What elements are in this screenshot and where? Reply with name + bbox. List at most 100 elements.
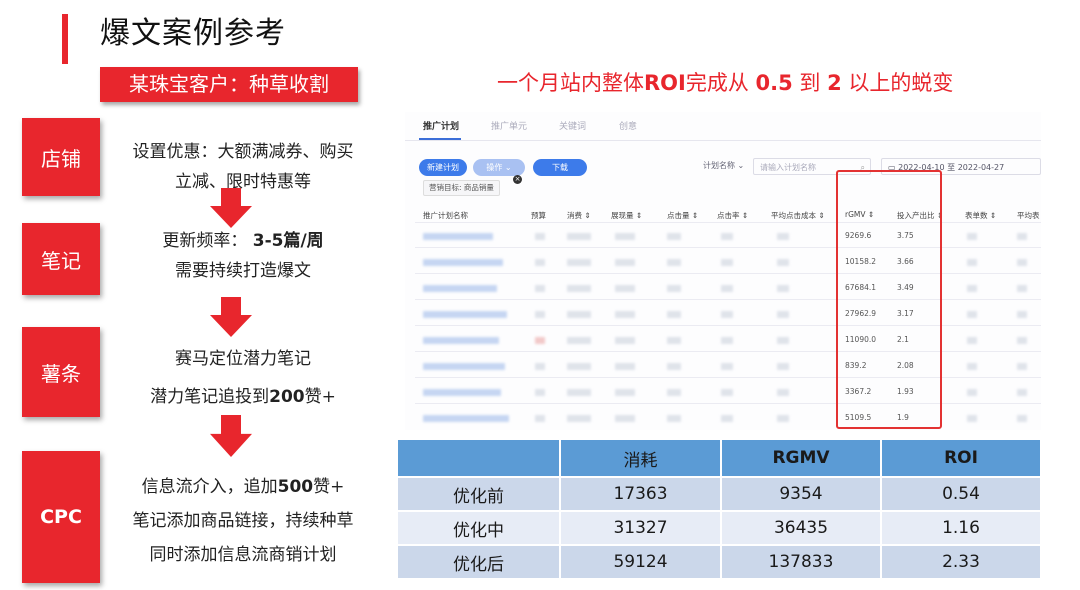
blurred-cell [1017, 363, 1027, 370]
tab-keyword[interactable]: 关键词 [559, 119, 586, 132]
step-desc-tail: 赞+ [313, 477, 345, 497]
roi-cell: 1.16 [881, 510, 1040, 545]
tab-creative[interactable]: 创意 [619, 119, 637, 132]
headline-part2: 完成从 [685, 71, 756, 95]
title-accent-bar [62, 14, 68, 64]
new-plan-button[interactable]: 新建计划 [419, 159, 467, 176]
blurred-cell [777, 233, 789, 240]
blurred-cell [1017, 285, 1027, 292]
row-divider [415, 273, 1041, 274]
marketing-goal-chip[interactable]: 营销目标: 商品销量 [423, 180, 500, 196]
blurred-cell [721, 311, 733, 318]
blurred-cell [667, 285, 681, 292]
blurred-cell [567, 311, 591, 318]
step-desc-cpc: 信息流介入，追加500赞+ 笔记添加商品链接，持续种草 同时添加信息流商销计划 [108, 470, 378, 572]
cost-cell: 59124 [560, 544, 722, 578]
download-button[interactable]: 下载 [533, 159, 587, 176]
column-header[interactable]: 表单数 ⇕ [965, 210, 996, 221]
blurred-cell [967, 389, 977, 396]
step-desc-line: 笔记添加商品链接，持续种草 [132, 511, 354, 531]
optimization-comparison-table: 消耗 RGMV ROI 优化前 17363 9354 0.54 优化中 3132… [398, 440, 1040, 578]
column-header[interactable]: 点击率 ⇕ [717, 210, 748, 221]
column-header[interactable]: 点击量 ⇕ [667, 210, 698, 221]
headline-from: 0.5 [755, 71, 793, 95]
step-desc-line: 更新频率： 3-5篇/周 [108, 226, 378, 256]
step-desc-text: 信息流介入，追加 [141, 477, 278, 497]
step-desc-line: 潜力笔记追投到200赞+ [108, 378, 378, 416]
row-divider [415, 351, 1041, 352]
step-desc-line: 赛马定位潜力笔记 [175, 349, 311, 369]
blurred-cell [423, 233, 493, 240]
blurred-cell [777, 389, 789, 396]
blurred-cell [423, 259, 503, 266]
blurred-cell [667, 337, 681, 344]
blurred-cell [667, 259, 681, 266]
blurred-cell [615, 311, 635, 318]
blurred-cell [423, 337, 499, 344]
blurred-cell [721, 259, 733, 266]
blurred-cell [777, 415, 789, 422]
rgmv-roi-highlight-box [836, 170, 942, 429]
column-header[interactable]: 展现量 ⇕ [611, 210, 642, 221]
headline-part1: 一个月站内整体 [497, 71, 644, 95]
blurred-cell [615, 285, 635, 292]
blurred-cell [1017, 389, 1027, 396]
close-icon[interactable]: × [513, 175, 522, 184]
likes-target: 500 [277, 477, 314, 497]
step-desc-line: 设置优惠：大额满减券、购买 [132, 142, 354, 162]
blurred-cell [615, 389, 635, 396]
table-header-row: 消耗 RGMV ROI [398, 440, 1040, 477]
blurred-cell [535, 233, 545, 240]
column-header[interactable]: 平均表 [1017, 210, 1040, 221]
row-divider [415, 325, 1041, 326]
blurred-cell [777, 363, 789, 370]
column-header[interactable]: 消费 ⇕ [567, 210, 591, 221]
cost-cell: 17363 [560, 476, 722, 511]
blurred-cell [667, 311, 681, 318]
row-divider [415, 377, 1041, 378]
blurred-cell [567, 389, 591, 396]
date-separator: 至 [947, 163, 956, 172]
blurred-cell [1017, 415, 1027, 422]
column-header[interactable]: 平均点击成本 ⇕ [771, 210, 825, 221]
blurred-cell [721, 337, 733, 344]
blurred-cell [667, 363, 681, 370]
blurred-cell [1017, 233, 1027, 240]
step-desc-line: 同时添加信息流商销计划 [149, 545, 337, 565]
blurred-cell [667, 389, 681, 396]
blurred-cell [535, 415, 545, 422]
row-divider [415, 299, 1041, 300]
column-header[interactable]: 预算 [531, 210, 546, 221]
step-desc-line: 需要持续打造爆文 [175, 261, 311, 281]
tab-campaign-plan[interactable]: 推广计划 [423, 119, 459, 132]
blurred-cell [777, 337, 789, 344]
blurred-cell [615, 337, 635, 344]
down-arrow-icon [210, 188, 252, 228]
blurred-cell [667, 233, 681, 240]
blurred-cell [615, 363, 635, 370]
row-label: 优化后 [398, 544, 561, 578]
step-desc-line: 信息流介入，追加500赞+ [108, 470, 378, 504]
row-divider [415, 403, 1041, 404]
tab-campaign-unit[interactable]: 推广单元 [491, 119, 527, 132]
blurred-cell [535, 389, 545, 396]
blurred-cell [721, 233, 733, 240]
rgmv-cell: 9354 [721, 476, 882, 511]
rgmv-cell: 137833 [721, 544, 882, 578]
active-tab-indicator [419, 138, 461, 140]
blurred-cell [567, 259, 591, 266]
step-desc-text: 潜力笔记追投到 [150, 387, 270, 407]
blurred-cell [1017, 259, 1027, 266]
blurred-cell [423, 415, 509, 422]
ad-platform-screenshot: 推广计划 推广单元 关键词 创意 新建计划 操作 ⌄ 下载 计划名称 ⌄ 请输入… [405, 112, 1041, 430]
blurred-cell [777, 259, 789, 266]
operate-button[interactable]: 操作 ⌄ [473, 159, 525, 176]
row-label: 优化前 [398, 476, 561, 511]
blurred-cell [535, 311, 545, 318]
blurred-cell [567, 337, 591, 344]
blurred-cell [967, 311, 977, 318]
column-header[interactable]: 推广计划名称 [423, 210, 468, 221]
frequency-value: 3-5篇/周 [252, 231, 324, 251]
blurred-cell [423, 285, 497, 292]
plan-name-select[interactable]: 计划名称 ⌄ [703, 160, 744, 171]
